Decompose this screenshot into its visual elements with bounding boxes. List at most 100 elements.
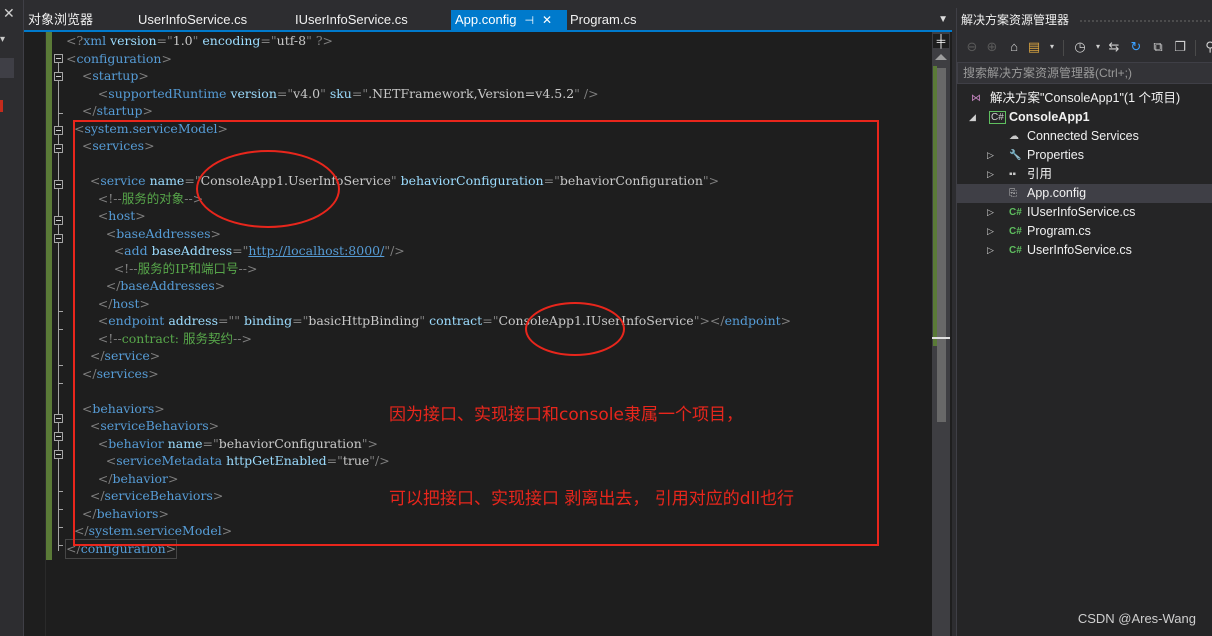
collapse-icon[interactable]: [54, 144, 63, 153]
collapse-icon[interactable]: [54, 54, 63, 63]
dropdown-icon[interactable]: ▾: [0, 34, 14, 48]
tab-userinfoservice-cs[interactable]: UserInfoService.cs: [134, 10, 251, 30]
pin-icon[interactable]: ⊣: [524, 15, 534, 27]
collapse-icon[interactable]: [54, 216, 63, 225]
tab-label: App.config: [455, 12, 517, 27]
tree-item[interactable]: ▷ C# UserInfoService.cs: [957, 241, 1212, 260]
show-all-files-icon[interactable]: ❐: [1171, 38, 1189, 56]
tree-item[interactable]: ▷ 🔧 Properties: [957, 146, 1212, 165]
refresh-icon[interactable]: ↻: [1127, 38, 1145, 56]
annotation-ellipse-service-name: [196, 150, 340, 228]
scrollbar-thumb[interactable]: [937, 68, 946, 422]
code-line[interactable]: <?xml version="1.0" encoding="utf-8" ?>: [66, 32, 333, 50]
code-line[interactable]: <startup>: [66, 67, 149, 85]
scroll-up-arrow[interactable]: [935, 54, 947, 60]
left-strip-item[interactable]: [0, 58, 14, 78]
expand-arrow-icon[interactable]: ▷: [987, 241, 994, 260]
collapse-icon[interactable]: [54, 432, 63, 441]
scrollbar-caret-marker: [932, 337, 950, 339]
collapse-icon[interactable]: [54, 450, 63, 459]
tree-item[interactable]: ▷ ▪▪ 引用: [957, 165, 1212, 184]
document-tab-bar: 对象浏览器 UserInfoService.cs IUserInfoServic…: [24, 0, 952, 32]
solution-toolbar: ⊖ ⊕ ⌂ ▤ ▾ ◷ ▾ ⇆ ↻ ⧉ ❐ ⚲: [957, 32, 1212, 62]
switch-views-icon[interactable]: ▤: [1025, 38, 1043, 56]
toolbar-separator: [1195, 40, 1196, 56]
solution-explorer-panel: 解决方案资源管理器 ⊖ ⊕ ⌂ ▤ ▾ ◷ ▾ ⇆ ↻ ⧉ ❐ ⚲ 搜索解决方案…: [956, 8, 1212, 636]
tree-item[interactable]: ▷ C# IUserInfoService.cs: [957, 203, 1212, 222]
dropdown-icon[interactable]: ▾: [1043, 38, 1061, 56]
collapse-icon[interactable]: [54, 414, 63, 423]
tree-item[interactable]: ▷ C# Program.cs: [957, 222, 1212, 241]
tab-app-config[interactable]: App.config ⊣ ✕: [451, 10, 567, 30]
expand-arrow-icon[interactable]: ▷: [987, 203, 994, 222]
sync-icon[interactable]: ⇆: [1105, 38, 1123, 56]
solution-icon: ⋈: [971, 93, 981, 104]
fold-end: [58, 545, 63, 546]
tree-label: Program.cs: [1027, 224, 1091, 238]
tab-label: UserInfoService.cs: [138, 12, 248, 27]
tree-label: 引用: [1027, 167, 1053, 181]
tree-label: Connected Services: [1027, 129, 1139, 143]
collapse-icon[interactable]: [54, 72, 63, 81]
close-tab-icon[interactable]: ✕: [542, 13, 552, 27]
csharp-file-icon: C#: [1009, 207, 1022, 218]
tab-object-browser[interactable]: 对象浏览器: [24, 10, 97, 30]
editor-vertical-scrollbar[interactable]: ╪: [932, 32, 950, 636]
collapse-icon[interactable]: [54, 234, 63, 243]
tree-item[interactable]: ⎘ App.config: [957, 184, 1212, 203]
fold-end: [58, 491, 63, 492]
connected-services-icon: ☁: [1009, 131, 1019, 142]
csharp-project-icon: C#: [989, 111, 1006, 124]
csharp-file-icon: C#: [1009, 245, 1022, 256]
code-line[interactable]: <configuration>: [66, 50, 172, 68]
annotation-ellipse-contract: [525, 302, 625, 356]
close-icon[interactable]: ✕: [3, 5, 15, 22]
collapse-all-icon[interactable]: ⧉: [1149, 38, 1167, 56]
tab-label: Program.cs: [570, 12, 637, 27]
left-tool-strip: ✕ ▾: [0, 0, 24, 636]
expanded-arrow-icon[interactable]: ◢: [969, 108, 976, 127]
home-icon[interactable]: ⌂: [1005, 38, 1023, 56]
wrench-icon: 🔧: [1009, 150, 1022, 161]
pending-changes-icon[interactable]: ◷: [1071, 38, 1089, 56]
code-line[interactable]: </startup>: [66, 102, 153, 120]
collapse-icon[interactable]: [54, 126, 63, 135]
outlining-margin: [52, 32, 64, 636]
collapse-icon[interactable]: [54, 180, 63, 189]
fold-end: [58, 113, 63, 114]
tree-label: ConsoleApp1: [1009, 110, 1090, 124]
tab-overflow-icon[interactable]: ▼: [938, 14, 948, 25]
csharp-file-icon: C#: [1009, 226, 1022, 237]
split-window-icon[interactable]: ╪: [933, 34, 949, 48]
toolbar-separator: [1063, 40, 1064, 56]
title-grip: [1079, 19, 1212, 23]
fold-end: [58, 365, 63, 366]
tab-label: IUserInfoService.cs: [295, 12, 408, 27]
annotation-note-1: 因为接口、实现接口和console隶属一个项目，: [389, 405, 743, 425]
annotation-rectangle: [73, 120, 879, 546]
fold-end: [58, 383, 63, 384]
expand-arrow-icon[interactable]: ▷: [987, 222, 994, 241]
tab-program-cs[interactable]: Program.cs: [566, 10, 640, 30]
scrollbar-change-marker: [933, 66, 937, 346]
properties-icon[interactable]: ⚲: [1201, 38, 1212, 56]
tree-item[interactable]: ☁ Connected Services: [957, 127, 1212, 146]
fold-end: [58, 311, 63, 312]
fold-line: [58, 63, 59, 551]
back-icon[interactable]: ⊖: [963, 38, 981, 56]
panel-title-text: 解决方案资源管理器: [961, 13, 1070, 27]
expand-arrow-icon[interactable]: ▷: [987, 146, 994, 165]
references-icon: ▪▪: [1009, 169, 1017, 180]
tab-iuserinfoservice-cs[interactable]: IUserInfoService.cs: [291, 10, 412, 30]
code-line[interactable]: <supportedRuntime version="v4.0" sku=".N…: [66, 85, 599, 103]
watermark: CSDN @Ares-Wang: [1077, 611, 1196, 626]
tree-label: 解决方案"ConsoleApp1"(1 个项目): [990, 91, 1181, 105]
tree-item-solution[interactable]: ⋈ 解决方案"ConsoleApp1"(1 个项目): [957, 89, 1212, 108]
tree-label: Properties: [1027, 148, 1084, 162]
tree-label: IUserInfoService.cs: [1027, 205, 1136, 219]
fold-end: [58, 329, 63, 330]
expand-arrow-icon[interactable]: ▷: [987, 165, 994, 184]
solution-search-input[interactable]: 搜索解决方案资源管理器(Ctrl+;): [957, 62, 1212, 84]
forward-icon[interactable]: ⊕: [983, 38, 1001, 56]
tree-item-project[interactable]: ◢ C# ConsoleApp1: [957, 108, 1212, 127]
